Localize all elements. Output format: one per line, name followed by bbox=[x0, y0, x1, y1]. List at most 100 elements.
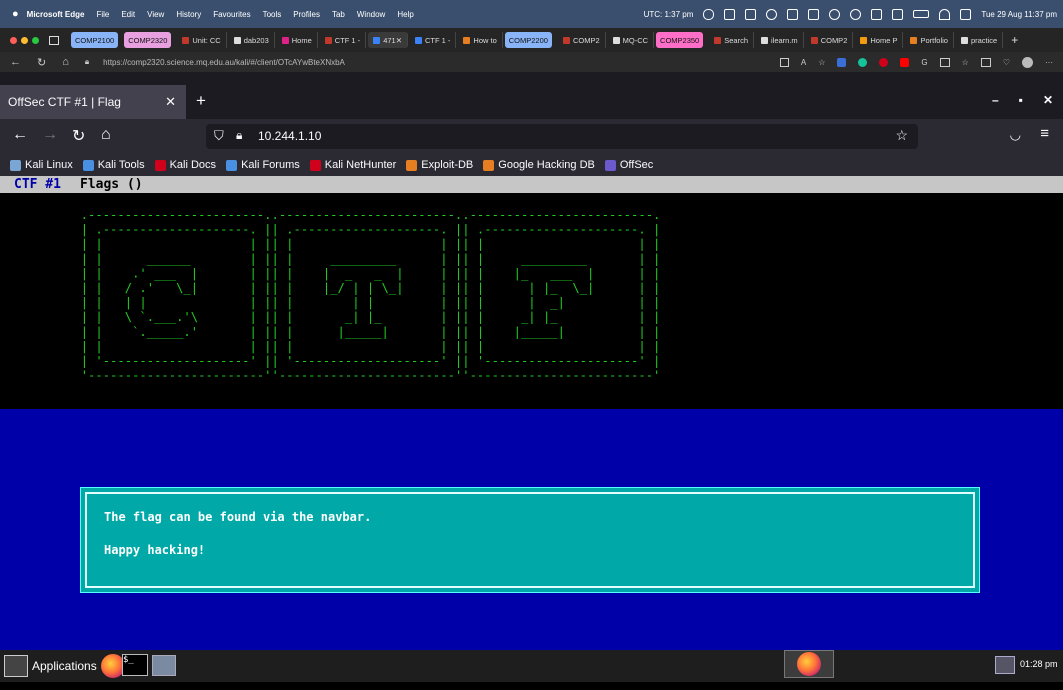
edge-tab[interactable]: ilearn.m bbox=[756, 32, 804, 48]
wifi-icon[interactable] bbox=[939, 8, 951, 20]
edge-tab[interactable]: CTF 1 - bbox=[410, 32, 457, 48]
grid-icon[interactable] bbox=[745, 8, 757, 20]
bookmark-item[interactable]: Kali Tools bbox=[82, 159, 145, 171]
edge-home-button[interactable]: ⌂ bbox=[62, 56, 69, 69]
edge-url[interactable]: https://comp2320.science.mq.edu.au/kali/… bbox=[103, 58, 345, 67]
close-icon[interactable]: ✕ bbox=[1043, 93, 1053, 107]
heart-icon[interactable]: ♡ bbox=[1003, 58, 1010, 67]
menu-tools[interactable]: Tools bbox=[263, 10, 282, 19]
play-icon[interactable] bbox=[829, 8, 841, 20]
edge-tab[interactable]: Unit: CC bbox=[177, 32, 227, 48]
bookmark-item[interactable]: Kali Docs bbox=[154, 159, 216, 171]
menu-help[interactable]: Help bbox=[397, 10, 413, 19]
split-screen-icon[interactable] bbox=[939, 57, 950, 67]
favorite-star-icon[interactable]: ☆ bbox=[818, 58, 825, 67]
edge-back-button[interactable]: ← bbox=[10, 56, 21, 69]
reader-icon[interactable] bbox=[779, 57, 789, 67]
minimize-icon[interactable]: – bbox=[992, 93, 999, 107]
edge-tab[interactable]: COMP2350 bbox=[656, 32, 704, 48]
edge-tab[interactable]: Home bbox=[277, 32, 318, 48]
edge-tab[interactable]: 471 ✕ bbox=[368, 32, 408, 48]
flags-menu[interactable]: Flags () bbox=[80, 177, 143, 192]
menu-view[interactable]: View bbox=[147, 10, 164, 19]
extension-red-icon[interactable] bbox=[879, 57, 889, 67]
pocket-icon[interactable]: ◡ bbox=[1010, 127, 1021, 143]
collections-icon[interactable] bbox=[980, 57, 991, 67]
mac-datetime[interactable]: Tue 29 Aug 11:37 pm bbox=[981, 10, 1057, 19]
zoom-window-button[interactable] bbox=[32, 36, 39, 44]
url-text[interactable]: 10.244.1.10 bbox=[258, 129, 321, 143]
favorites-icon[interactable]: ☆ bbox=[962, 58, 969, 67]
record-icon[interactable] bbox=[850, 8, 862, 20]
edge-tab[interactable]: dab203 bbox=[229, 32, 275, 48]
close-window-button[interactable] bbox=[10, 36, 17, 44]
app-name[interactable]: Microsoft Edge bbox=[27, 10, 85, 19]
menu-favourites[interactable]: Favourites bbox=[213, 10, 250, 19]
menu-edit[interactable]: Edit bbox=[121, 10, 135, 19]
edge-tab[interactable]: COMP2 bbox=[806, 32, 854, 48]
home-button[interactable]: ⌂ bbox=[101, 126, 111, 144]
bookmark-item[interactable]: Kali Forums bbox=[226, 159, 300, 171]
status-icon[interactable] bbox=[724, 8, 736, 20]
cloud-icon[interactable] bbox=[703, 8, 715, 20]
tab-actions-icon[interactable] bbox=[49, 35, 59, 45]
menu-profiles[interactable]: Profiles bbox=[293, 10, 320, 19]
edge-refresh-button[interactable]: ↻ bbox=[37, 56, 46, 69]
close-tab-icon[interactable]: ✕ bbox=[396, 36, 402, 45]
minimize-window-button[interactable] bbox=[21, 36, 28, 44]
firefox-taskbar-window[interactable] bbox=[784, 650, 834, 678]
menu-window[interactable]: Window bbox=[357, 10, 385, 19]
profile-avatar[interactable] bbox=[1022, 56, 1033, 68]
bookmark-item[interactable]: OffSec bbox=[604, 159, 653, 171]
shield-icon[interactable]: ⛉ bbox=[214, 128, 224, 144]
terminal-launcher-icon[interactable]: $_ bbox=[122, 654, 148, 676]
edge-tab[interactable]: COMP2 bbox=[558, 32, 606, 48]
extension-grammarly-icon[interactable] bbox=[858, 57, 868, 67]
forward-button[interactable]: → bbox=[42, 126, 58, 144]
back-button[interactable]: ← bbox=[12, 126, 28, 144]
ctf-menu-title[interactable]: CTF #1 bbox=[14, 177, 61, 192]
firefox-tab-active[interactable]: OffSec CTF #1 | Flag ✕ bbox=[0, 85, 186, 119]
bookmark-star-icon[interactable]: ☆ bbox=[895, 127, 908, 144]
file-manager-launcher-icon[interactable] bbox=[152, 655, 176, 676]
edge-tab[interactable]: Portfolio bbox=[905, 32, 954, 48]
edge-tab[interactable]: practice bbox=[956, 32, 1004, 48]
maximize-icon[interactable]: ▪ bbox=[1019, 93, 1023, 107]
menu-file[interactable]: File bbox=[96, 10, 109, 19]
applications-menu[interactable]: Applications bbox=[4, 654, 125, 678]
control-center-icon[interactable] bbox=[960, 8, 972, 20]
vpn-icon[interactable] bbox=[808, 8, 820, 20]
read-aloud-icon[interactable]: A bbox=[801, 58, 806, 67]
bookmark-item[interactable]: Kali NetHunter bbox=[309, 159, 396, 171]
edge-tab[interactable]: COMP2320 bbox=[124, 32, 172, 48]
mute-icon[interactable] bbox=[892, 8, 904, 20]
bookmark-item[interactable]: Kali Linux bbox=[10, 159, 73, 171]
edge-tab[interactable]: Search bbox=[709, 32, 754, 48]
battery-icon[interactable] bbox=[913, 10, 930, 18]
reload-button[interactable]: ↻ bbox=[72, 126, 85, 146]
window-icon[interactable] bbox=[787, 8, 799, 20]
lock-icon[interactable]: 🔒︎ bbox=[236, 128, 242, 143]
edge-lock-icon[interactable]: 🔒︎ bbox=[85, 57, 89, 67]
new-tab-button[interactable]: + bbox=[196, 91, 206, 111]
close-tab-icon[interactable]: ✕ bbox=[165, 94, 176, 110]
hamburger-menu-icon[interactable]: ≡ bbox=[1040, 125, 1049, 142]
bookmark-item[interactable]: Exploit-DB bbox=[406, 159, 473, 171]
edge-tab[interactable]: How to bbox=[458, 32, 503, 48]
menu-tab[interactable]: Tab bbox=[332, 10, 345, 19]
extension-youtube-icon[interactable] bbox=[900, 57, 910, 67]
url-bar[interactable]: ⛉ 🔒︎ 10.244.1.10 ☆ bbox=[206, 124, 918, 149]
network-icon[interactable] bbox=[995, 656, 1015, 674]
more-menu-icon[interactable]: ··· bbox=[1045, 58, 1053, 67]
display-icon[interactable] bbox=[871, 8, 883, 20]
bookmark-item[interactable]: Google Hacking DB bbox=[483, 159, 595, 171]
apple-icon[interactable]: ● bbox=[12, 8, 19, 20]
menu-history[interactable]: History bbox=[176, 10, 201, 19]
edge-tab[interactable]: COMP2200 bbox=[504, 32, 552, 48]
edge-tab[interactable]: MQ-CC bbox=[608, 32, 655, 48]
extension-shield-icon[interactable] bbox=[837, 57, 847, 67]
taskbar-clock[interactable]: 01:28 pm bbox=[1020, 659, 1058, 669]
extension-icon[interactable]: G bbox=[921, 58, 927, 67]
check-icon[interactable] bbox=[766, 8, 778, 20]
edge-tab[interactable]: COMP2100 bbox=[71, 32, 119, 48]
